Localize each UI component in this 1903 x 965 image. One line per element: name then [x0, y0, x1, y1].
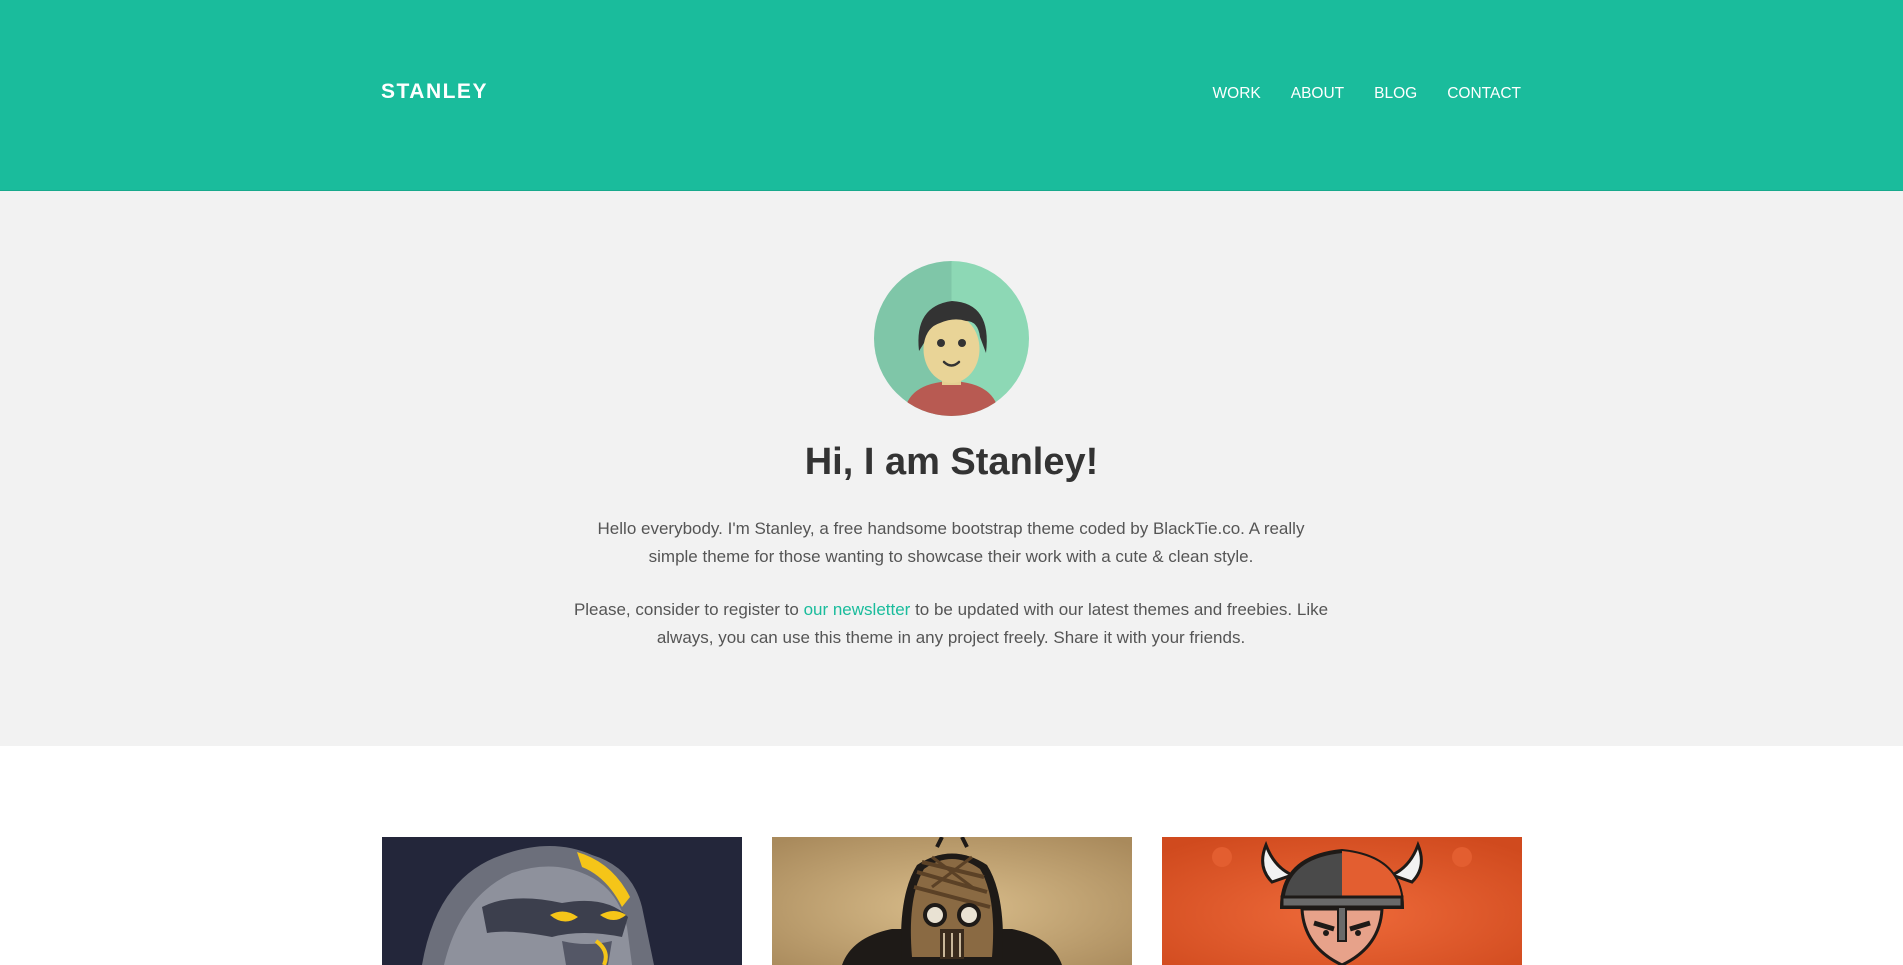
portfolio-item-masked-warrior[interactable]	[772, 837, 1132, 965]
gorilla-mascot-icon	[382, 837, 742, 965]
nav-item-contact[interactable]: CONTACT	[1447, 85, 1521, 103]
portfolio-item-viking[interactable]	[1162, 837, 1522, 965]
brand-logo[interactable]: STANLEY	[381, 80, 488, 104]
nav-item-blog[interactable]: BLOG	[1374, 85, 1417, 103]
masked-warrior-mascot-icon	[772, 837, 1132, 965]
hero-newsletter-text: Please, consider to register to our news…	[571, 596, 1331, 652]
hero-heading: Hi, I am Stanley!	[804, 441, 1099, 483]
hero-section: Hi, I am Stanley! Hello everybody. I'm S…	[0, 191, 1903, 746]
navbar: STANLEY WORK ABOUT BLOG CONTACT	[0, 0, 1903, 191]
viking-mascot-icon	[1162, 837, 1522, 965]
portfolio-grid	[382, 837, 1522, 965]
main-nav: WORK ABOUT BLOG CONTACT	[1183, 85, 1521, 103]
nav-item-about[interactable]: ABOUT	[1291, 85, 1344, 103]
newsletter-link[interactable]: our newsletter	[804, 600, 911, 619]
hero-intro: Hello everybody. I'm Stanley, a free han…	[597, 519, 1305, 566]
portfolio-item-gorilla[interactable]	[382, 837, 742, 965]
newsletter-text-before: Please, consider to register to	[573, 600, 804, 619]
avatar	[874, 261, 1029, 416]
nav-item-work[interactable]: WORK	[1213, 85, 1261, 103]
